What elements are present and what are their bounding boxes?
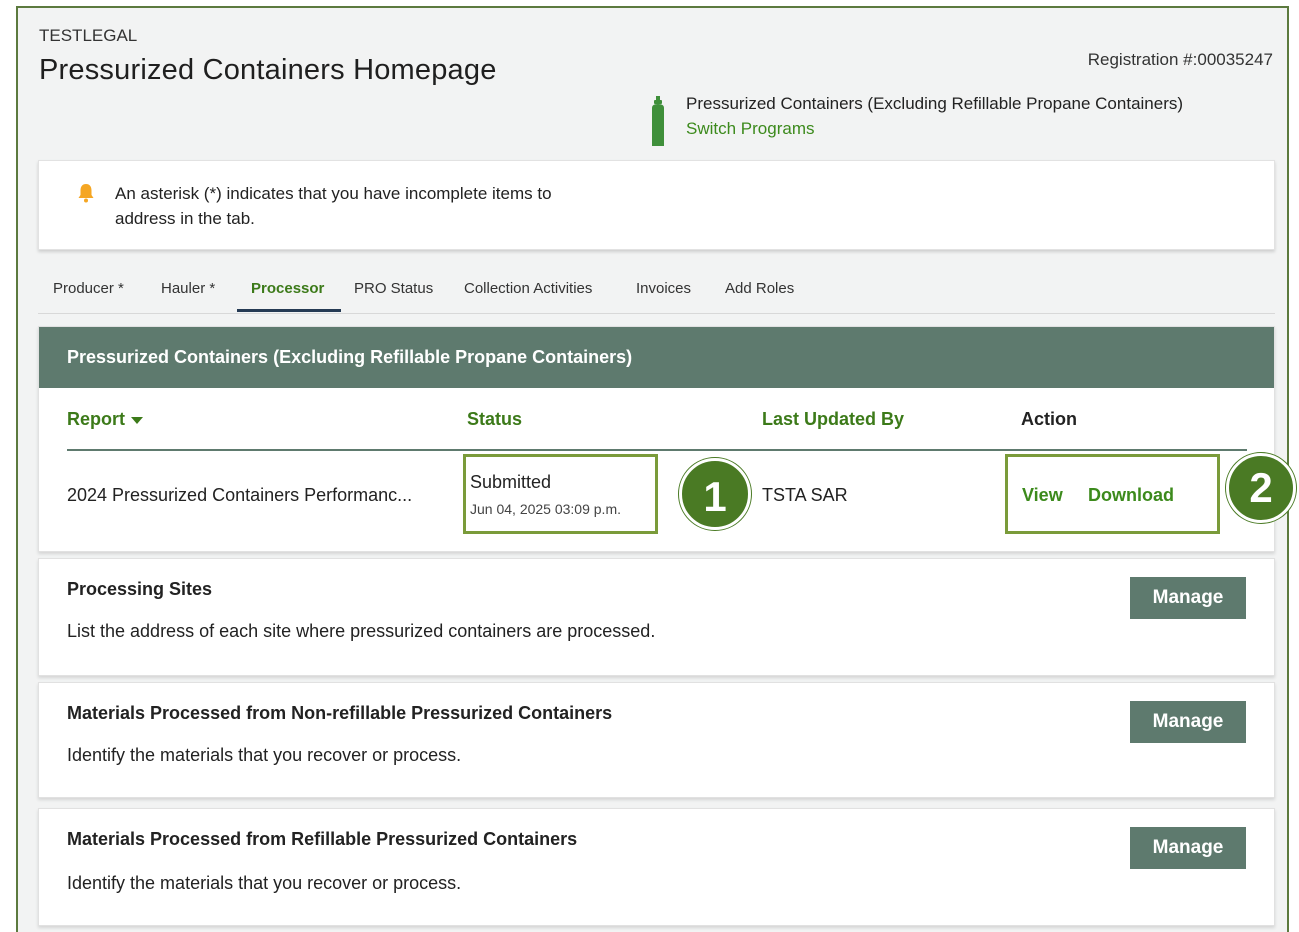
- tab-producer[interactable]: Producer *: [53, 280, 124, 311]
- incomplete-items-alert: An asterisk (*) indicates that you have …: [38, 160, 1275, 250]
- status-date: Jun 04, 2025 03:09 p.m.: [470, 501, 621, 517]
- program-name: Pressurized Containers (Excluding Refill…: [686, 94, 1184, 113]
- manage-non-refillable-materials-button[interactable]: Manage: [1130, 701, 1246, 743]
- switch-programs-link[interactable]: Switch Programs: [686, 119, 814, 139]
- bell-icon: [78, 184, 94, 203]
- view-link[interactable]: View: [1022, 485, 1063, 506]
- manage-processing-sites-button[interactable]: Manage: [1130, 577, 1246, 619]
- report-name: 2024 Pressurized Containers Performanc..…: [67, 485, 413, 505]
- column-report-header[interactable]: Report: [67, 409, 144, 430]
- tab-pro-status[interactable]: PRO Status: [354, 280, 433, 311]
- section-description: Identify the materials that you recover …: [67, 745, 462, 765]
- refillable-materials-card: Materials Processed from Refillable Pres…: [38, 808, 1275, 926]
- column-action-header: Action: [1021, 409, 1077, 429]
- page-title: Pressurized Containers Homepage: [39, 54, 497, 86]
- active-tab-indicator: [237, 309, 341, 312]
- non-refillable-materials-card: Materials Processed from Non-refillable …: [38, 682, 1275, 798]
- sort-down-icon: [131, 417, 144, 425]
- section-description: Identify the materials that you recover …: [67, 873, 462, 893]
- table-header-divider: [67, 449, 1247, 451]
- status-highlight-box: Submitted Jun 04, 2025 03:09 p.m.: [463, 454, 658, 534]
- tab-invoices[interactable]: Invoices: [636, 280, 691, 311]
- tab-collection-activities[interactable]: Collection Activities: [464, 280, 592, 311]
- column-last-updated-header: Last Updated By: [762, 409, 905, 429]
- last-updated-by: TSTA SAR: [762, 485, 848, 505]
- tab-processor[interactable]: Processor: [251, 280, 324, 311]
- download-link[interactable]: Download: [1088, 485, 1174, 506]
- section-title: Materials Processed from Non-refillable …: [67, 703, 613, 723]
- section-title: Processing Sites: [67, 579, 213, 599]
- column-status-header: Status: [467, 409, 523, 429]
- manage-refillable-materials-button[interactable]: Manage: [1130, 827, 1246, 869]
- reports-card: Pressurized Containers (Excluding Refill…: [38, 326, 1296, 552]
- program-selector: Pressurized Containers (Excluding Refill…: [648, 92, 1278, 148]
- tab-bar: Producer * Hauler * Processor PRO Status…: [38, 272, 1275, 314]
- column-report-label: Report: [67, 409, 125, 429]
- status-text: Submitted: [470, 472, 552, 492]
- alert-text: An asterisk (*) indicates that you have …: [115, 184, 552, 228]
- tab-add-roles[interactable]: Add Roles: [725, 280, 794, 311]
- reports-card-title: Pressurized Containers (Excluding Refill…: [39, 327, 1274, 388]
- page-frame: TESTLEGAL Pressurized Containers Homepag…: [16, 6, 1296, 932]
- action-highlight-box: View Download: [1005, 454, 1220, 534]
- tab-hauler[interactable]: Hauler *: [161, 280, 215, 311]
- callout-badge-1: 1: [679, 458, 751, 530]
- section-title: Materials Processed from Refillable Pres…: [67, 829, 578, 849]
- callout-badge-2: 2: [1226, 453, 1296, 523]
- gas-cylinder-icon: [652, 96, 664, 146]
- section-description: List the address of each site where pres…: [67, 621, 656, 641]
- registration-number: Registration #:00035247: [1087, 50, 1273, 69]
- org-name: TESTLEGAL: [39, 26, 138, 45]
- processing-sites-card: Processing Sites List the address of eac…: [38, 558, 1275, 676]
